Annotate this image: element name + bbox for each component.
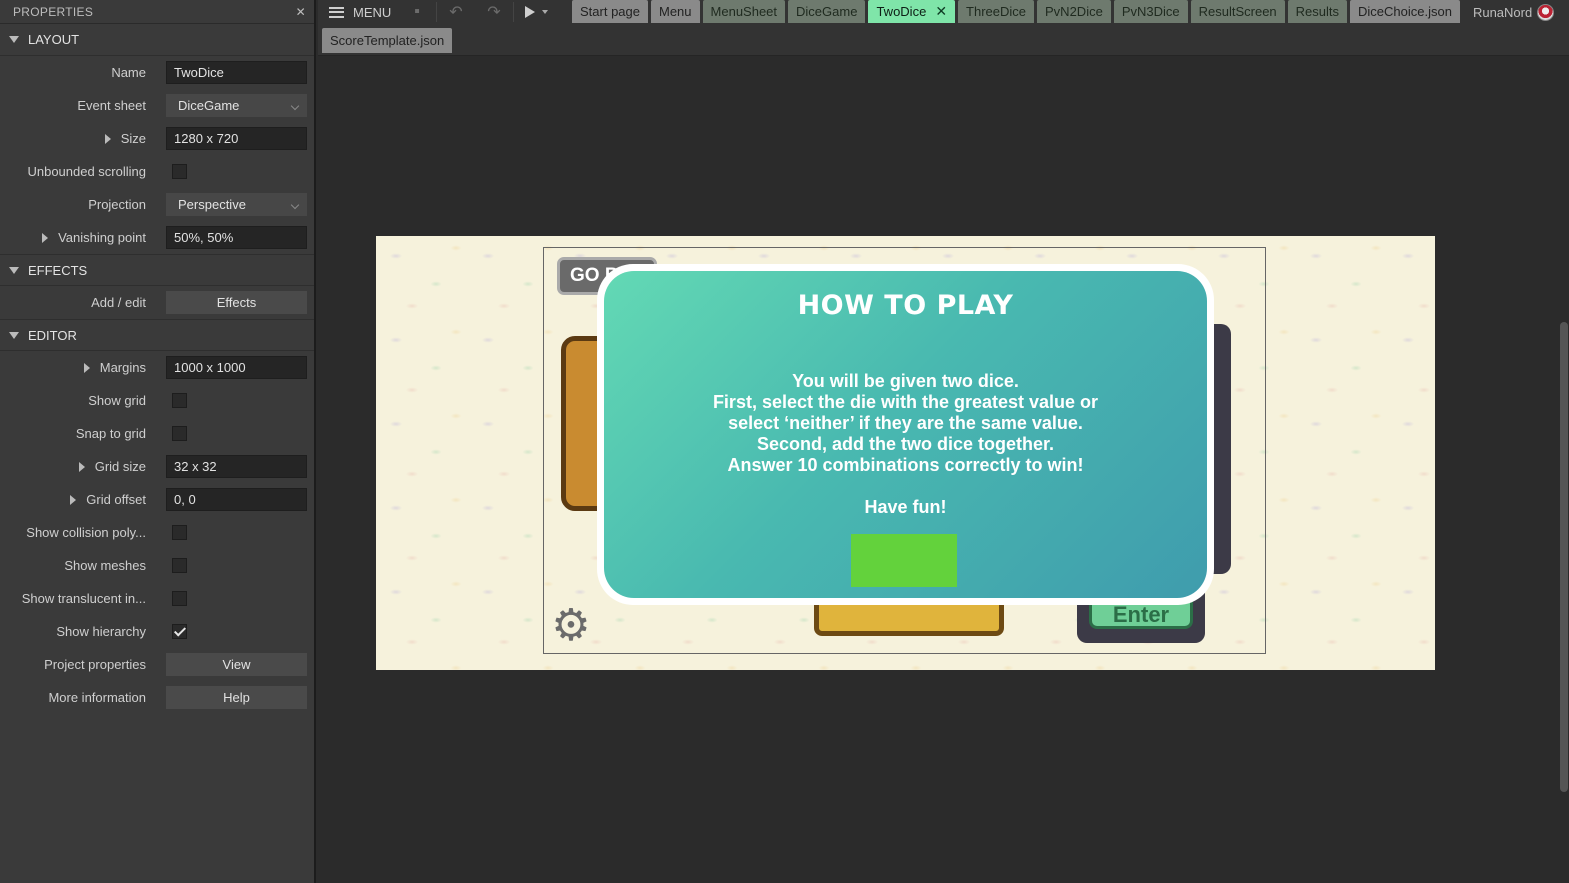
- ok-button-sprite[interactable]: [851, 534, 957, 587]
- play-icon[interactable]: [514, 6, 558, 18]
- collapse-icon: [9, 266, 19, 274]
- prop-snap-to-grid: Snap to grid: [0, 417, 314, 450]
- prop-grid-size: Grid size 32 x 32: [0, 450, 314, 483]
- tab-bar-row-2: ScoreTemplate.json: [318, 24, 1569, 56]
- hamburger-icon: [329, 6, 344, 18]
- event-sheet-select[interactable]: DiceGame: [166, 94, 307, 117]
- tab-results[interactable]: Results: [1287, 0, 1348, 23]
- prop-size: Size 1280 x 720: [0, 122, 314, 155]
- prop-show-meshes: Show meshes: [0, 549, 314, 582]
- tab-pvn2dice[interactable]: PvN2Dice: [1037, 0, 1111, 23]
- tab-start-page[interactable]: Start page: [572, 0, 648, 23]
- properties-header: PROPERTIES ✕: [0, 0, 314, 24]
- properties-title: PROPERTIES: [13, 4, 94, 19]
- menu-button[interactable]: MENU: [318, 5, 398, 20]
- dialog-title: HOW TO PLAY: [797, 290, 1014, 321]
- prop-margins: Margins 1000 x 1000: [0, 351, 314, 384]
- tab-dicechoice-json[interactable]: DiceChoice.json: [1350, 0, 1460, 23]
- instruction-line: select ‘neither’ if they are the same va…: [728, 413, 1083, 433]
- projection-select[interactable]: Perspective: [166, 193, 307, 216]
- prop-show-collision: Show collision poly...: [0, 516, 314, 549]
- close-tab-icon[interactable]: ✕: [935, 3, 947, 20]
- prop-project-properties: Project properties View: [0, 648, 314, 681]
- collapse-icon: [9, 331, 19, 339]
- instruction-line: You will be given two dice.: [792, 371, 1019, 391]
- expand-icon[interactable]: [70, 494, 77, 505]
- redo-icon[interactable]: ↷: [475, 2, 513, 22]
- tab-menusheet[interactable]: MenuSheet: [702, 0, 786, 23]
- collapse-icon: [9, 36, 19, 43]
- unbounded-scrolling-checkbox[interactable]: [172, 164, 187, 179]
- grid-size-field[interactable]: 32 x 32: [166, 455, 307, 478]
- instruction-line: Second, add the two dice together.: [756, 434, 1055, 454]
- show-hierarchy-checkbox[interactable]: [172, 624, 187, 639]
- user-menu[interactable]: RunaNord: [1473, 3, 1555, 21]
- help-button[interactable]: Help: [166, 686, 307, 709]
- how-to-play-dialog[interactable]: HOW TO PLAY You will be given two dice. …: [597, 264, 1214, 605]
- show-translucent-checkbox[interactable]: [172, 591, 187, 606]
- tab-twodice[interactable]: TwoDice ✕: [868, 0, 956, 23]
- layout-canvas[interactable]: GO B Enter ⚙ HOW TO PLAY You will be giv…: [376, 236, 1435, 670]
- tab-scoretemplate-json[interactable]: ScoreTemplate.json: [322, 28, 453, 53]
- section-effects[interactable]: EFFECTS: [0, 254, 314, 286]
- expand-icon[interactable]: [104, 133, 111, 144]
- gear-icon[interactable]: ⚙: [551, 604, 591, 648]
- show-meshes-checkbox[interactable]: [172, 558, 187, 573]
- prop-vanishing-point: Vanishing point 50%, 50%: [0, 221, 314, 254]
- prop-event-sheet: Event sheet DiceGame: [0, 89, 314, 122]
- tab-resultscreen[interactable]: ResultScreen: [1190, 0, 1285, 23]
- margins-field[interactable]: 1000 x 1000: [166, 356, 307, 379]
- show-grid-checkbox[interactable]: [172, 393, 187, 408]
- grid-offset-field[interactable]: 0, 0: [166, 488, 307, 511]
- vanishing-point-field[interactable]: 50%, 50%: [166, 226, 307, 249]
- expand-icon[interactable]: [42, 232, 49, 243]
- show-collision-checkbox[interactable]: [172, 525, 187, 540]
- prop-grid-offset: Grid offset 0, 0: [0, 483, 314, 516]
- effects-button[interactable]: Effects: [166, 291, 307, 314]
- instruction-line: Answer 10 combinations correctly to win!: [727, 455, 1084, 475]
- tab-menu[interactable]: Menu: [651, 0, 700, 23]
- snap-to-grid-checkbox[interactable]: [172, 426, 187, 441]
- section-editor[interactable]: EDITOR: [0, 319, 314, 351]
- prop-name: Name TwoDice: [0, 56, 314, 89]
- avatar: [1537, 3, 1555, 21]
- construct-editor: PROPERTIES ✕ LAYOUT Name TwoDice Event sh…: [0, 0, 1569, 883]
- close-icon[interactable]: ✕: [296, 6, 306, 18]
- tab-threedice[interactable]: ThreeDice: [958, 0, 1035, 23]
- size-field[interactable]: 1280 x 720: [166, 127, 307, 150]
- prop-unbounded-scrolling: Unbounded scrolling: [0, 155, 314, 188]
- chevron-down-icon[interactable]: [541, 10, 548, 14]
- instruction-line: First, select the die with the greatest …: [712, 392, 1099, 412]
- prop-projection: Projection Perspective: [0, 188, 314, 221]
- dialog-instructions: You will be given two dice. First, selec…: [604, 371, 1207, 476]
- main-toolbar: MENU ▪ ↶ ↷ Start page Menu MenuSheet Dic…: [318, 0, 1569, 24]
- prop-show-hierarchy: Show hierarchy: [0, 615, 314, 648]
- tab-bar: Start page Menu MenuSheet DiceGame TwoDi…: [572, 0, 1460, 24]
- prop-show-translucent: Show translucent in...: [0, 582, 314, 615]
- prop-show-grid: Show grid: [0, 384, 314, 417]
- tab-dicegame[interactable]: DiceGame: [788, 0, 866, 23]
- prop-more-information: More information Help: [0, 681, 314, 714]
- name-field[interactable]: TwoDice: [166, 61, 307, 84]
- tab-pvn3dice[interactable]: PvN3Dice: [1113, 0, 1188, 23]
- undo-icon[interactable]: ↶: [437, 2, 475, 22]
- save-icon[interactable]: ▪: [398, 3, 436, 21]
- vertical-scrollbar[interactable]: [1560, 322, 1568, 792]
- section-layout[interactable]: LAYOUT: [0, 24, 314, 56]
- expand-icon[interactable]: [78, 461, 85, 472]
- expand-icon[interactable]: [83, 362, 90, 373]
- view-button[interactable]: View: [166, 653, 307, 676]
- prop-effects: Add / edit Effects: [0, 286, 314, 319]
- properties-panel: PROPERTIES ✕ LAYOUT Name TwoDice Event sh…: [0, 0, 316, 883]
- dialog-closing: Have fun!: [864, 497, 947, 517]
